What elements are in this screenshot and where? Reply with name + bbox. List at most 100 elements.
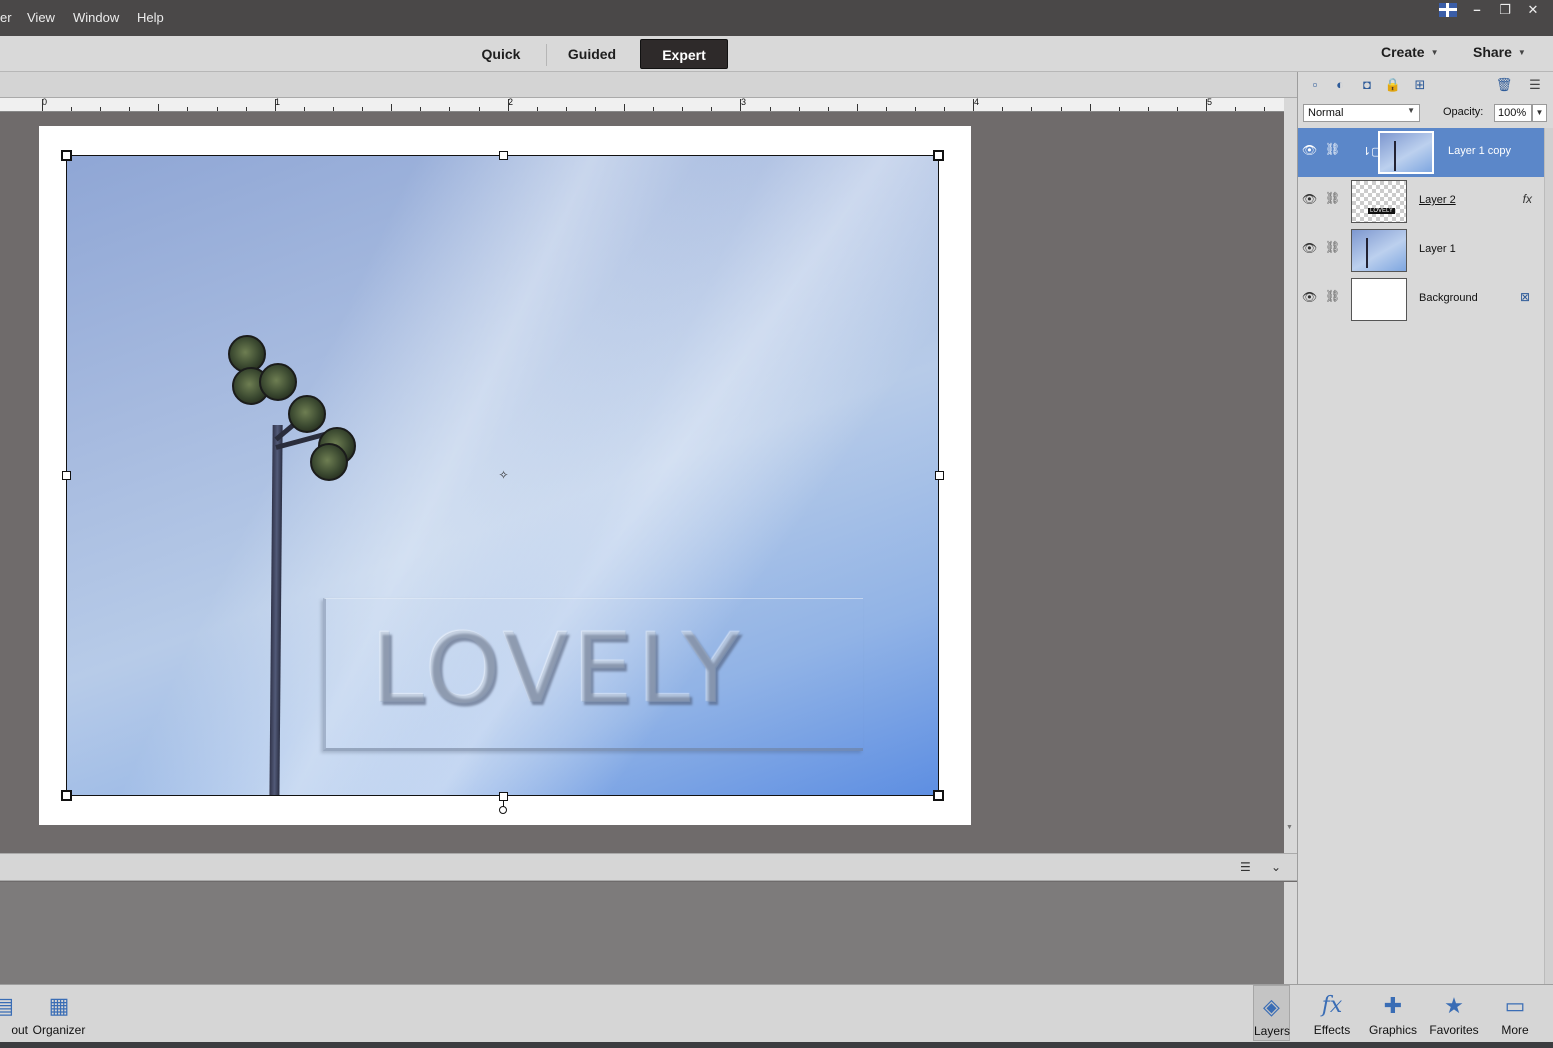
- handle-middle-left[interactable]: [62, 471, 71, 480]
- ruler-tick: [799, 107, 800, 111]
- handle-top-center[interactable]: [499, 151, 508, 160]
- blend-mode-value: Normal: [1308, 107, 1344, 119]
- ruler-tick: [624, 104, 625, 111]
- layer-name: Background: [1419, 292, 1478, 304]
- eye-icon[interactable]: 👁: [1302, 290, 1317, 304]
- eye-icon[interactable]: 👁: [1302, 143, 1317, 157]
- lock-all-icon[interactable]: 🔒: [1384, 77, 1402, 93]
- opacity-input[interactable]: 100%: [1494, 104, 1532, 122]
- ruler-tick: [1264, 107, 1265, 111]
- ruler-tick: [886, 107, 887, 111]
- lock-icon: ⊠: [1519, 290, 1530, 304]
- menubar: er View Window Help – ❐ ✕: [0, 0, 1553, 36]
- handle-bottom-left[interactable]: [61, 790, 72, 801]
- link-icon[interactable]: ⛓: [1325, 142, 1340, 156]
- ruler-tick: [217, 107, 218, 111]
- handle-top-left[interactable]: [61, 150, 72, 161]
- blend-mode-select[interactable]: Normal ▼: [1303, 104, 1420, 122]
- layers-button[interactable]: ◈ Layers: [1253, 985, 1290, 1041]
- ruler-tick: [1119, 107, 1120, 111]
- ruler-tick: [857, 104, 858, 111]
- ruler-label-4: 4: [974, 97, 980, 107]
- layer-name: Layer 2: [1419, 194, 1456, 206]
- reference-point-icon[interactable]: ✧: [497, 469, 510, 482]
- fx-icon[interactable]: fx: [1523, 192, 1532, 206]
- minimize-icon[interactable]: –: [1463, 0, 1491, 20]
- photo-bin[interactable]: [0, 882, 1284, 984]
- bin-options-icon[interactable]: ☰: [1240, 860, 1251, 874]
- stadium-lamp: [288, 395, 326, 433]
- effects-button[interactable]: fx Effects: [1302, 985, 1362, 1041]
- link-icon[interactable]: ⛓: [1325, 240, 1340, 254]
- stadium-lamp: [259, 363, 297, 401]
- ruler-tick: [479, 107, 480, 111]
- adjustment-layer-icon[interactable]: ◐: [1331, 77, 1349, 93]
- more-button[interactable]: ▭ More: [1485, 985, 1545, 1041]
- canvas-horizontal-scrollbar[interactable]: [0, 840, 1284, 853]
- layout-icon: ▤: [0, 993, 14, 1018]
- link-icon[interactable]: ⛓: [1325, 289, 1340, 303]
- tab-quick[interactable]: Quick: [465, 39, 537, 69]
- ruler-tick: [1206, 99, 1207, 111]
- layer-row-layer-1[interactable]: 👁 ⛓ Layer 1: [1298, 226, 1544, 275]
- eye-icon[interactable]: 👁: [1302, 192, 1317, 206]
- ruler-tick: [1148, 107, 1149, 111]
- handle-top-right[interactable]: [933, 150, 944, 161]
- close-icon[interactable]: ✕: [1519, 0, 1547, 20]
- layer-name: Layer 1 copy: [1448, 145, 1511, 157]
- ruler-tick: [740, 99, 741, 111]
- rotation-handle[interactable]: [499, 806, 507, 814]
- organizer-button[interactable]: ▦ Organizer: [29, 985, 89, 1041]
- graphics-label: Graphics: [1368, 1023, 1418, 1037]
- ruler-tick: [1031, 107, 1032, 111]
- new-layer-icon[interactable]: ▫: [1306, 77, 1324, 93]
- ruler-tick: [391, 104, 392, 111]
- ruler-tick: [1061, 107, 1062, 111]
- horizontal-ruler: 0 1 2 3 4 5: [0, 97, 1284, 112]
- layer-mask-icon[interactable]: ◘: [1358, 77, 1376, 93]
- menu-item-window[interactable]: Window: [73, 10, 119, 25]
- create-button[interactable]: Create ▼: [1381, 44, 1439, 60]
- layer-row-background[interactable]: 👁 ⛓ Background ⊠: [1298, 275, 1544, 324]
- layout-button[interactable]: ▤ out: [0, 985, 30, 1041]
- eye-icon[interactable]: 👁: [1302, 241, 1317, 255]
- ruler-tick: [42, 99, 43, 111]
- layer-thumbnail: [1351, 180, 1407, 223]
- layer-name: Layer 1: [1419, 243, 1456, 255]
- bottom-taskbar: ▤ out ▦ Organizer ◈ Layers fx Effects ✚ …: [0, 984, 1553, 1042]
- restore-icon[interactable]: ❐: [1491, 0, 1519, 20]
- panel-menu-icon[interactable]: ☰: [1526, 77, 1544, 93]
- layers-scrollbar[interactable]: [1544, 128, 1553, 984]
- stadium-lamp: [310, 443, 348, 481]
- ruler-tick: [944, 107, 945, 111]
- tab-expert[interactable]: Expert: [640, 39, 728, 69]
- menu-item-partial[interactable]: er: [0, 10, 12, 25]
- layers-panel: ▫ ◐ ◘ 🔒 ⊞ 🗑 ☰ Normal ▼ Opacity: 100% ▼ 👁 …: [1297, 72, 1553, 984]
- photo-bin-scrollbar[interactable]: [1284, 882, 1297, 984]
- share-button[interactable]: Share ▼: [1473, 44, 1526, 60]
- canvas-vertical-scrollbar[interactable]: ▼: [1284, 112, 1297, 854]
- ruler-tick: [304, 107, 305, 111]
- menu-item-help[interactable]: Help: [137, 10, 164, 25]
- organizer-label: Organizer: [32, 1023, 86, 1037]
- ruler-tick: [770, 107, 771, 111]
- ruler-tick: [71, 107, 72, 111]
- opacity-dropdown-icon[interactable]: ▼: [1532, 104, 1547, 122]
- tab-guided[interactable]: Guided: [554, 39, 630, 69]
- graphics-button[interactable]: ✚ Graphics: [1363, 985, 1423, 1041]
- lock-transparency-icon[interactable]: ⊞: [1411, 77, 1429, 93]
- handle-bottom-right[interactable]: [933, 790, 944, 801]
- handle-middle-right[interactable]: [935, 471, 944, 480]
- layers-label: Layers: [1254, 1024, 1291, 1038]
- layer-row-layer-2[interactable]: 👁 ⛓ Layer 2 fx: [1298, 177, 1544, 226]
- layers-toolbar: ▫ ◐ ◘ 🔒 ⊞ 🗑 ☰: [1298, 72, 1553, 100]
- chevron-down-icon[interactable]: ⌄: [1271, 860, 1281, 874]
- layer-row-layer-1-copy[interactable]: 👁 ⛓ ⇂▢ Layer 1 copy: [1298, 128, 1544, 177]
- favorites-button[interactable]: ★ Favorites: [1424, 985, 1484, 1041]
- scroll-down-icon[interactable]: ▼: [1286, 824, 1293, 831]
- menu-item-view[interactable]: View: [27, 10, 55, 25]
- layer-thumbnail: [1378, 131, 1434, 174]
- link-icon[interactable]: ⛓: [1325, 191, 1340, 205]
- trash-icon[interactable]: 🗑: [1495, 77, 1513, 93]
- plus-icon: ✚: [1383, 993, 1403, 1018]
